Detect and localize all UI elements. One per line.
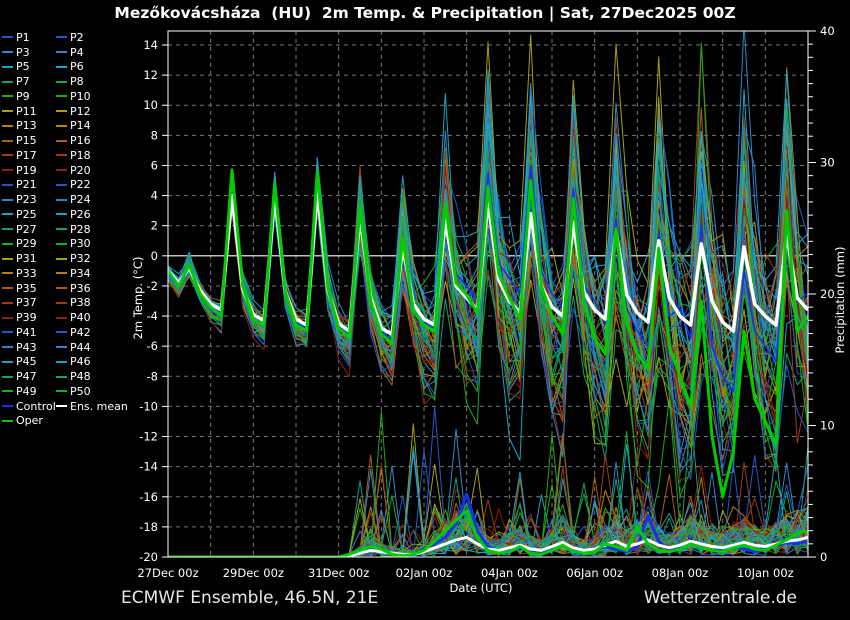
svg-text:10: 10 [143, 98, 158, 112]
svg-text:04Jan 00z: 04Jan 00z [481, 566, 538, 580]
svg-text:-8: -8 [147, 369, 158, 383]
svg-text:-2: -2 [147, 279, 158, 293]
svg-text:2: 2 [151, 219, 158, 233]
svg-text:06Jan 00z: 06Jan 00z [566, 566, 623, 580]
site-credit: Wetterzentrale.de [644, 588, 797, 608]
svg-text:10: 10 [820, 419, 835, 433]
svg-text:-12: -12 [139, 430, 158, 444]
svg-text:-4: -4 [147, 309, 158, 323]
data-lines [168, 22, 808, 557]
svg-text:29Dec 00z: 29Dec 00z [223, 566, 284, 580]
svg-text:-14: -14 [139, 460, 158, 474]
svg-text:4: 4 [151, 189, 158, 203]
svg-text:30: 30 [820, 156, 835, 170]
svg-text:-18: -18 [139, 520, 158, 534]
svg-text:02Jan 00z: 02Jan 00z [396, 566, 453, 580]
svg-text:40: 40 [820, 24, 835, 38]
svg-text:0: 0 [151, 249, 158, 263]
chart-stage: Mezőkovácsháza (HU) 2m Temp. & Precipita… [0, 0, 850, 620]
ensemble-member-lines [168, 22, 808, 557]
svg-text:08Jan 00z: 08Jan 00z [652, 566, 709, 580]
svg-text:0: 0 [820, 550, 827, 564]
svg-text:-16: -16 [139, 490, 158, 504]
svg-text:8: 8 [151, 128, 158, 142]
precip-axis-label: Precipitation (mm) [833, 247, 847, 354]
svg-text:14: 14 [143, 38, 158, 52]
svg-text:6: 6 [151, 158, 158, 172]
temp-axis-label: 2m Temp. (°C) [131, 257, 145, 340]
svg-text:10Jan 00z: 10Jan 00z [737, 566, 794, 580]
svg-text:12: 12 [143, 68, 158, 82]
svg-text:31Dec 00z: 31Dec 00z [308, 566, 369, 580]
svg-text:-20: -20 [139, 550, 158, 564]
ensemble-plot: 14 12 10 8 6 4 2 0 -2 -4 -6 -8 -10 -12 -14 -16 -18 -20 0 10… [0, 0, 850, 620]
svg-text:27Dec 00z: 27Dec 00z [137, 566, 198, 580]
model-info: ECMWF Ensemble, 46.5N, 21E [121, 588, 378, 608]
svg-text:-6: -6 [147, 339, 158, 353]
date-axis-label: Date (UTC) [450, 581, 513, 595]
svg-text:-10: -10 [139, 399, 158, 413]
